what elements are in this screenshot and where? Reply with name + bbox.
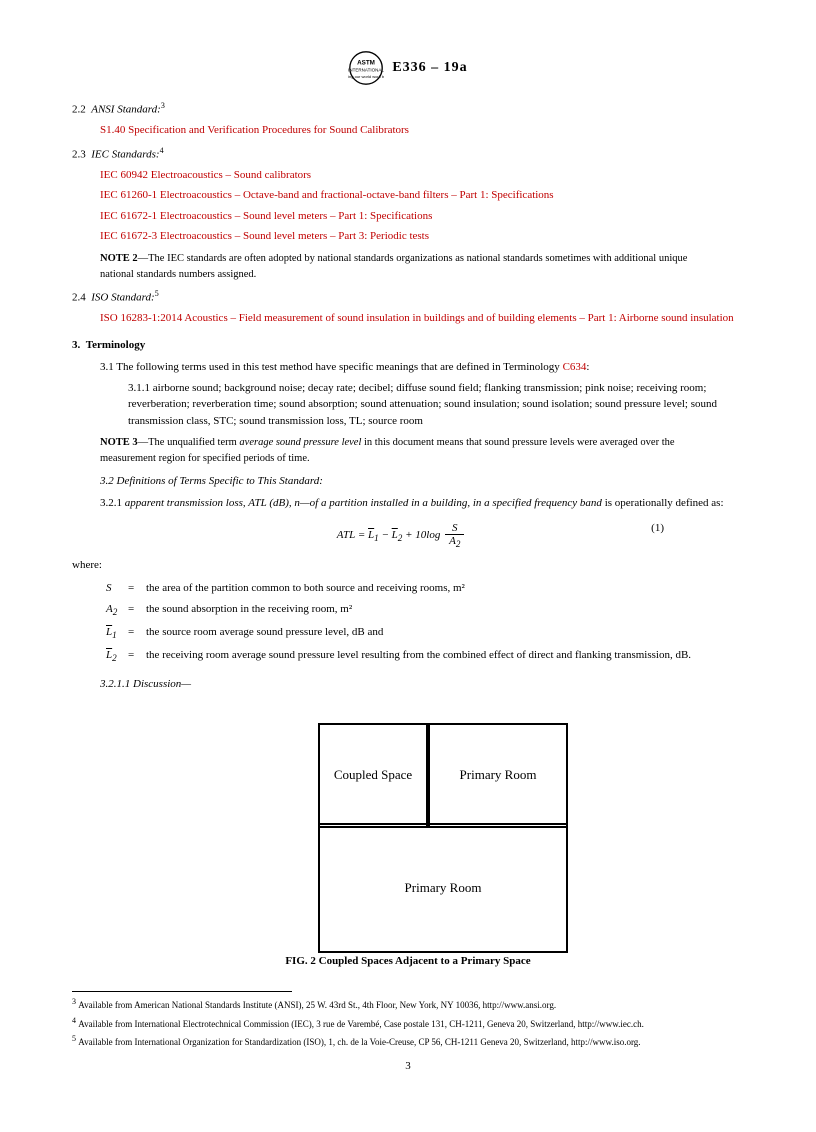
section-2-3-title: IEC Standards: xyxy=(91,148,159,160)
fig-caption: FIG. 2 Coupled Spaces Adjacent to a Prim… xyxy=(285,953,530,970)
footnote-5: 5 Available from International Organizat… xyxy=(72,1033,744,1050)
iec1-link[interactable]: IEC 60942 Electroacoustics – Sound calib… xyxy=(100,169,311,181)
section-2-2: 2.2 ANSI Standard:3 S1.40 Specification … xyxy=(72,100,744,139)
coupled-space-box: Coupled Space xyxy=(318,723,428,828)
section-2-4-label: 2.4 xyxy=(72,292,86,304)
section-2-4: 2.4 ISO Standard:5 ISO 16283-1:2014 Acou… xyxy=(72,288,744,327)
svg-text:INTERNATIONAL: INTERNATIONAL xyxy=(348,68,384,73)
s1-40-link[interactable]: S1.40 Specification and Verification Pro… xyxy=(100,124,409,136)
svg-text:ASTM: ASTM xyxy=(357,59,375,66)
section-3-1: 3.1 The following terms used in this tes… xyxy=(100,359,744,429)
note-2-text: —The IEC standards are often adopted by … xyxy=(100,253,687,280)
var-L1-def: the source room average sound pressure l… xyxy=(142,623,695,644)
footnote-ref-5: 5 xyxy=(155,289,159,298)
footnote-ref-4: 4 xyxy=(160,146,164,155)
section-2-2-label: 2.2 xyxy=(72,104,86,116)
diagram-primary-room-top: Primary Room xyxy=(460,767,537,783)
footnote-3-text: Available from American National Standar… xyxy=(78,1000,556,1010)
document-header: ASTM INTERNATIONAL Helping our world wor… xyxy=(72,50,744,86)
section-2-2-title: ANSI Standard: xyxy=(91,104,161,116)
section-3-title: Terminology xyxy=(86,339,146,351)
footnote-5-text: Available from International Organizatio… xyxy=(78,1037,640,1047)
note-2: NOTE 2—The IEC standards are often adopt… xyxy=(100,251,716,283)
section-3-1-text: 3.1 The following terms used in this tes… xyxy=(100,361,589,373)
footnote-divider xyxy=(72,991,292,992)
note-2-label: NOTE 2 xyxy=(100,253,138,264)
footnote-ref-3: 3 xyxy=(161,101,165,110)
section-3-1-1-text: 3.1.1 airborne sound; background noise; … xyxy=(128,380,744,430)
section-3-2-1-1-text: 3.2.1.1 Discussion— xyxy=(100,678,191,690)
svg-text:Helping our world work better: Helping our world work better xyxy=(348,74,384,79)
footnote-4: 4 Available from International Electrote… xyxy=(72,1015,744,1032)
equation-block: ATL = L1 − L2 + 10log S A2 (1) xyxy=(152,522,664,549)
note-3-label: NOTE 3 xyxy=(100,437,138,448)
var-row-L2: L2 = the receiving room average sound pr… xyxy=(102,646,695,667)
diagram-coupled-space: Coupled Space xyxy=(334,767,412,783)
diagram-primary-room-bottom: Primary Room xyxy=(405,880,482,896)
section-3-2-text: 3.2 Definitions of Terms Specific to Thi… xyxy=(100,475,323,487)
page-number: 3 xyxy=(72,1060,744,1072)
section-3-2-1-1: 3.2.1.1 Discussion— xyxy=(100,676,744,693)
section-2-3-label: 2.3 xyxy=(72,148,86,160)
iso-link[interactable]: ISO 16283-1:2014 Acoustics – Field measu… xyxy=(100,312,734,324)
footnote-4-text: Available from International Electrotech… xyxy=(78,1019,644,1029)
footnote-3-sup: 3 xyxy=(72,997,76,1006)
var-row-L1: L1 = the source room average sound press… xyxy=(102,623,695,644)
section-3: 3. Terminology xyxy=(72,337,744,354)
var-row-A2: A2 = the sound absorption in the receivi… xyxy=(102,600,695,621)
footnote-3: 3 Available from American National Stand… xyxy=(72,996,744,1013)
section-3-2: 3.2 Definitions of Terms Specific to Thi… xyxy=(100,473,744,490)
where-label: where: xyxy=(72,559,744,571)
note-3-text-a: —The unqualified term xyxy=(138,437,240,448)
primary-room-bottom-box: Primary Room xyxy=(318,823,568,953)
var-L2-def: the receiving room average sound pressur… xyxy=(142,646,695,667)
var-A2-def: the sound absorption in the receiving ro… xyxy=(142,600,695,621)
equation-fraction: S A2 xyxy=(445,522,464,549)
footnote-4-sup: 4 xyxy=(72,1016,76,1025)
iec3-link[interactable]: IEC 61672-1 Electroacoustics – Sound lev… xyxy=(100,210,432,222)
c634-link[interactable]: C634 xyxy=(563,361,587,373)
iec2-link[interactable]: IEC 61260-1 Electroacoustics – Octave-ba… xyxy=(100,189,554,201)
section-3-label: 3. xyxy=(72,339,80,351)
diagram-container: Primary Room Coupled Space Primary Room … xyxy=(72,713,744,984)
note-3: NOTE 3—The unqualified term average soun… xyxy=(100,435,716,467)
astm-logo-icon: ASTM INTERNATIONAL Helping our world wor… xyxy=(348,50,384,86)
primary-room-top-box: Primary Room xyxy=(428,723,568,828)
equation-number: (1) xyxy=(651,522,664,534)
section-3-2-1-text: 3.2.1 apparent transmission loss, ATL (d… xyxy=(100,497,724,509)
footnote-5-sup: 5 xyxy=(72,1034,76,1043)
var-row-S: S = the area of the partition common to … xyxy=(102,579,695,598)
variables-table: S = the area of the partition common to … xyxy=(100,577,697,668)
section-2-4-title: ISO Standard: xyxy=(91,292,154,304)
doc-title: E336 – 19a xyxy=(392,60,467,76)
equation-atl: ATL = L1 − L2 + 10log xyxy=(337,529,443,541)
var-S-def: the area of the partition common to both… xyxy=(142,579,695,598)
section-3-2-1: 3.2.1 apparent transmission loss, ATL (d… xyxy=(100,495,744,512)
section-2-3: 2.3 IEC Standards:4 IEC 60942 Electroaco… xyxy=(72,145,744,245)
iec4-link[interactable]: IEC 61672-3 Electroacoustics – Sound lev… xyxy=(100,230,429,242)
note-3-italic: average sound pressure level xyxy=(239,437,361,448)
